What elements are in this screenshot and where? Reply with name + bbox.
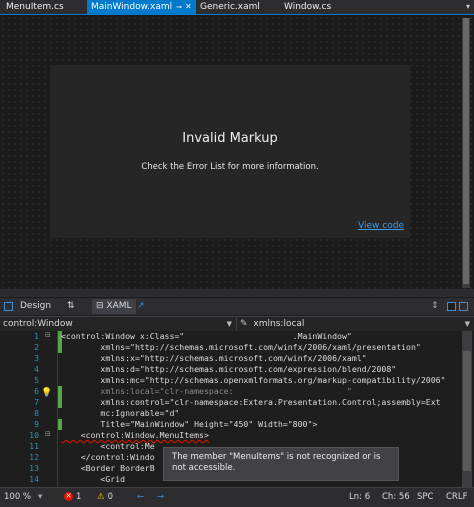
code-text: <Border BorderB: [61, 463, 155, 473]
line-number: 12: [29, 452, 39, 462]
designer-horizontal-scrollbar[interactable]: [0, 289, 474, 297]
code-line: 2 xmlns="http://schemas.microsoft.com/wi…: [0, 342, 462, 353]
tab-generic-xaml[interactable]: Generic.xaml: [196, 0, 264, 14]
line-number: 13: [29, 463, 39, 473]
member-combo-value: xmlns:local: [253, 319, 305, 329]
warning-count-value: 0: [107, 492, 114, 502]
navigation-bar: control:Window ▼ ✎ xmlns:local ▼: [0, 316, 474, 332]
editor-status-bar: 100 % ▾ ✕ 1 ⚠ 0 ← → Ln: 6 Ch: 56 SPC CRLF: [0, 487, 474, 507]
line-ending-mode[interactable]: CRLF: [446, 491, 467, 504]
zoom-level[interactable]: 100 %: [4, 491, 31, 504]
close-icon[interactable]: ✕: [185, 2, 192, 11]
code-line: 7 xmlns:control="clr-namespace:Extera.Pr…: [0, 397, 462, 408]
invalid-markup-panel: Invalid Markup Check the Error List for …: [50, 65, 410, 238]
code-line-current: 6 xmlns:local="clr-namespace: ": [0, 386, 462, 397]
code-text: xmlns:x="http://schemas.microsoft.com/wi…: [61, 353, 367, 363]
invalid-markup-title: Invalid Markup: [182, 131, 278, 146]
line-number: 9: [34, 419, 39, 429]
line-number: 5: [34, 375, 39, 385]
error-count-value: 1: [76, 492, 82, 502]
line-number: 11: [29, 441, 39, 451]
popout-icon[interactable]: ↗: [137, 299, 145, 314]
code-text: </control:Windo: [61, 452, 155, 462]
code-text: Title="MainWindow" Height="450" Width="8…: [61, 419, 318, 429]
code-text: <control:Me: [61, 441, 155, 451]
code-text: <control:Window x:Class=" .MainWindow": [61, 331, 352, 341]
split-vertical-icon[interactable]: ⇕: [431, 299, 439, 314]
code-line: 9 Title="MainWindow" Height="450" Width=…: [0, 419, 462, 430]
code-text: xmlns:mc="http://schemas.openxmlformats.…: [61, 375, 446, 385]
chevron-down-icon: ▼: [226, 320, 232, 328]
xaml-view-icon: ⊟: [96, 301, 107, 311]
line-number: 2: [34, 342, 39, 352]
editor-vertical-scrollbar[interactable]: [462, 331, 472, 487]
scrollbar-thumb[interactable]: [463, 351, 471, 471]
chevron-down-icon: ▼: [464, 320, 470, 328]
tab-list-dropdown-icon[interactable]: ▾: [466, 0, 470, 14]
error-icon: ✕: [64, 492, 73, 501]
code-text: <Grid: [61, 474, 126, 484]
split-horizontal-icon[interactable]: [447, 302, 456, 311]
line-number: 6: [34, 386, 39, 396]
swap-panes-icon[interactable]: ⇅: [67, 299, 75, 314]
tab-mainwindow-xaml[interactable]: MainWindow.xaml ⊸ ✕: [87, 0, 196, 14]
pin-icon[interactable]: ⊸: [176, 3, 182, 11]
code-line: 1 <control:Window x:Class=" .MainWindow": [0, 331, 462, 342]
code-line: 3 xmlns:x="http://schemas.microsoft.com/…: [0, 353, 462, 364]
tab-label: MainWindow.xaml: [91, 2, 173, 12]
code-text: <control:Window.MenuItems>: [61, 430, 209, 440]
attribute-icon: ✎: [240, 319, 248, 329]
design-xaml-switcher: Design ⇅ ⊟ XAML ↗ ⇕: [0, 298, 474, 315]
code-line: 4 xmlns:d="http://schemas.microsoft.com/…: [0, 364, 462, 375]
error-count[interactable]: ✕ 1: [64, 491, 81, 504]
scrollbar-thumb[interactable]: [463, 18, 469, 284]
line-number: 8: [34, 408, 39, 418]
warning-count[interactable]: ⚠ 0: [97, 491, 113, 504]
line-number: 10: [29, 430, 39, 440]
line-number: 4: [34, 364, 39, 374]
code-text: mc:Ignorable="d": [61, 408, 180, 418]
line-indicator: Ln: 6: [349, 492, 371, 502]
line-number: 14: [29, 474, 39, 484]
code-line: 10 <control:Window.MenuItems>: [0, 430, 462, 441]
collapse-pane-icon[interactable]: [459, 302, 468, 311]
member-combo[interactable]: ✎ xmlns:local ▼: [238, 317, 474, 331]
invalid-markup-message: Check the Error List for more informatio…: [141, 162, 319, 172]
line-number: 7: [34, 397, 39, 407]
design-surface: Invalid Markup Check the Error List for …: [0, 15, 474, 298]
design-tab[interactable]: Design: [20, 299, 51, 314]
element-combo-value: control:Window: [3, 319, 73, 329]
tab-menuitem-cs[interactable]: MenuItem.cs: [2, 0, 68, 14]
code-line: 8 mc:Ignorable="d": [0, 408, 462, 419]
document-tab-bar: MenuItem.cs MainWindow.xaml ⊸ ✕ Generic.xa…: [0, 0, 474, 15]
line-number: 1: [34, 331, 39, 341]
chevron-down-icon[interactable]: ▾: [38, 491, 42, 504]
code-text: xmlns:local="clr-namespace: ": [61, 386, 352, 396]
column-indicator: Ch: 56: [382, 492, 410, 502]
line-number: 3: [34, 353, 39, 363]
code-text: xmlns:control="clr-namespace:Extera.Pres…: [61, 397, 441, 407]
view-code-link[interactable]: View code: [358, 221, 404, 231]
next-arrow-icon[interactable]: →: [157, 491, 164, 504]
designer-vertical-scrollbar[interactable]: [462, 18, 470, 288]
xaml-tab-label: XAML: [106, 301, 132, 311]
code-text: xmlns="http://schemas.microsoft.com/winf…: [61, 342, 421, 352]
design-view-icon: [4, 302, 13, 311]
warning-icon: ⚠: [97, 492, 105, 502]
tab-window-cs[interactable]: Window.cs: [280, 0, 335, 14]
xaml-tab[interactable]: ⊟ XAML: [92, 299, 136, 314]
element-combo[interactable]: control:Window ▼: [0, 317, 237, 331]
whitespace-mode[interactable]: SPC: [417, 491, 433, 504]
previous-arrow-icon[interactable]: ←: [137, 491, 144, 504]
code-line: 5 xmlns:mc="http://schemas.openxmlformat…: [0, 375, 462, 386]
code-text: xmlns:d="http://schemas.microsoft.com/ex…: [61, 364, 397, 374]
error-tooltip: The member "MenuItems" is not recognized…: [163, 447, 399, 481]
